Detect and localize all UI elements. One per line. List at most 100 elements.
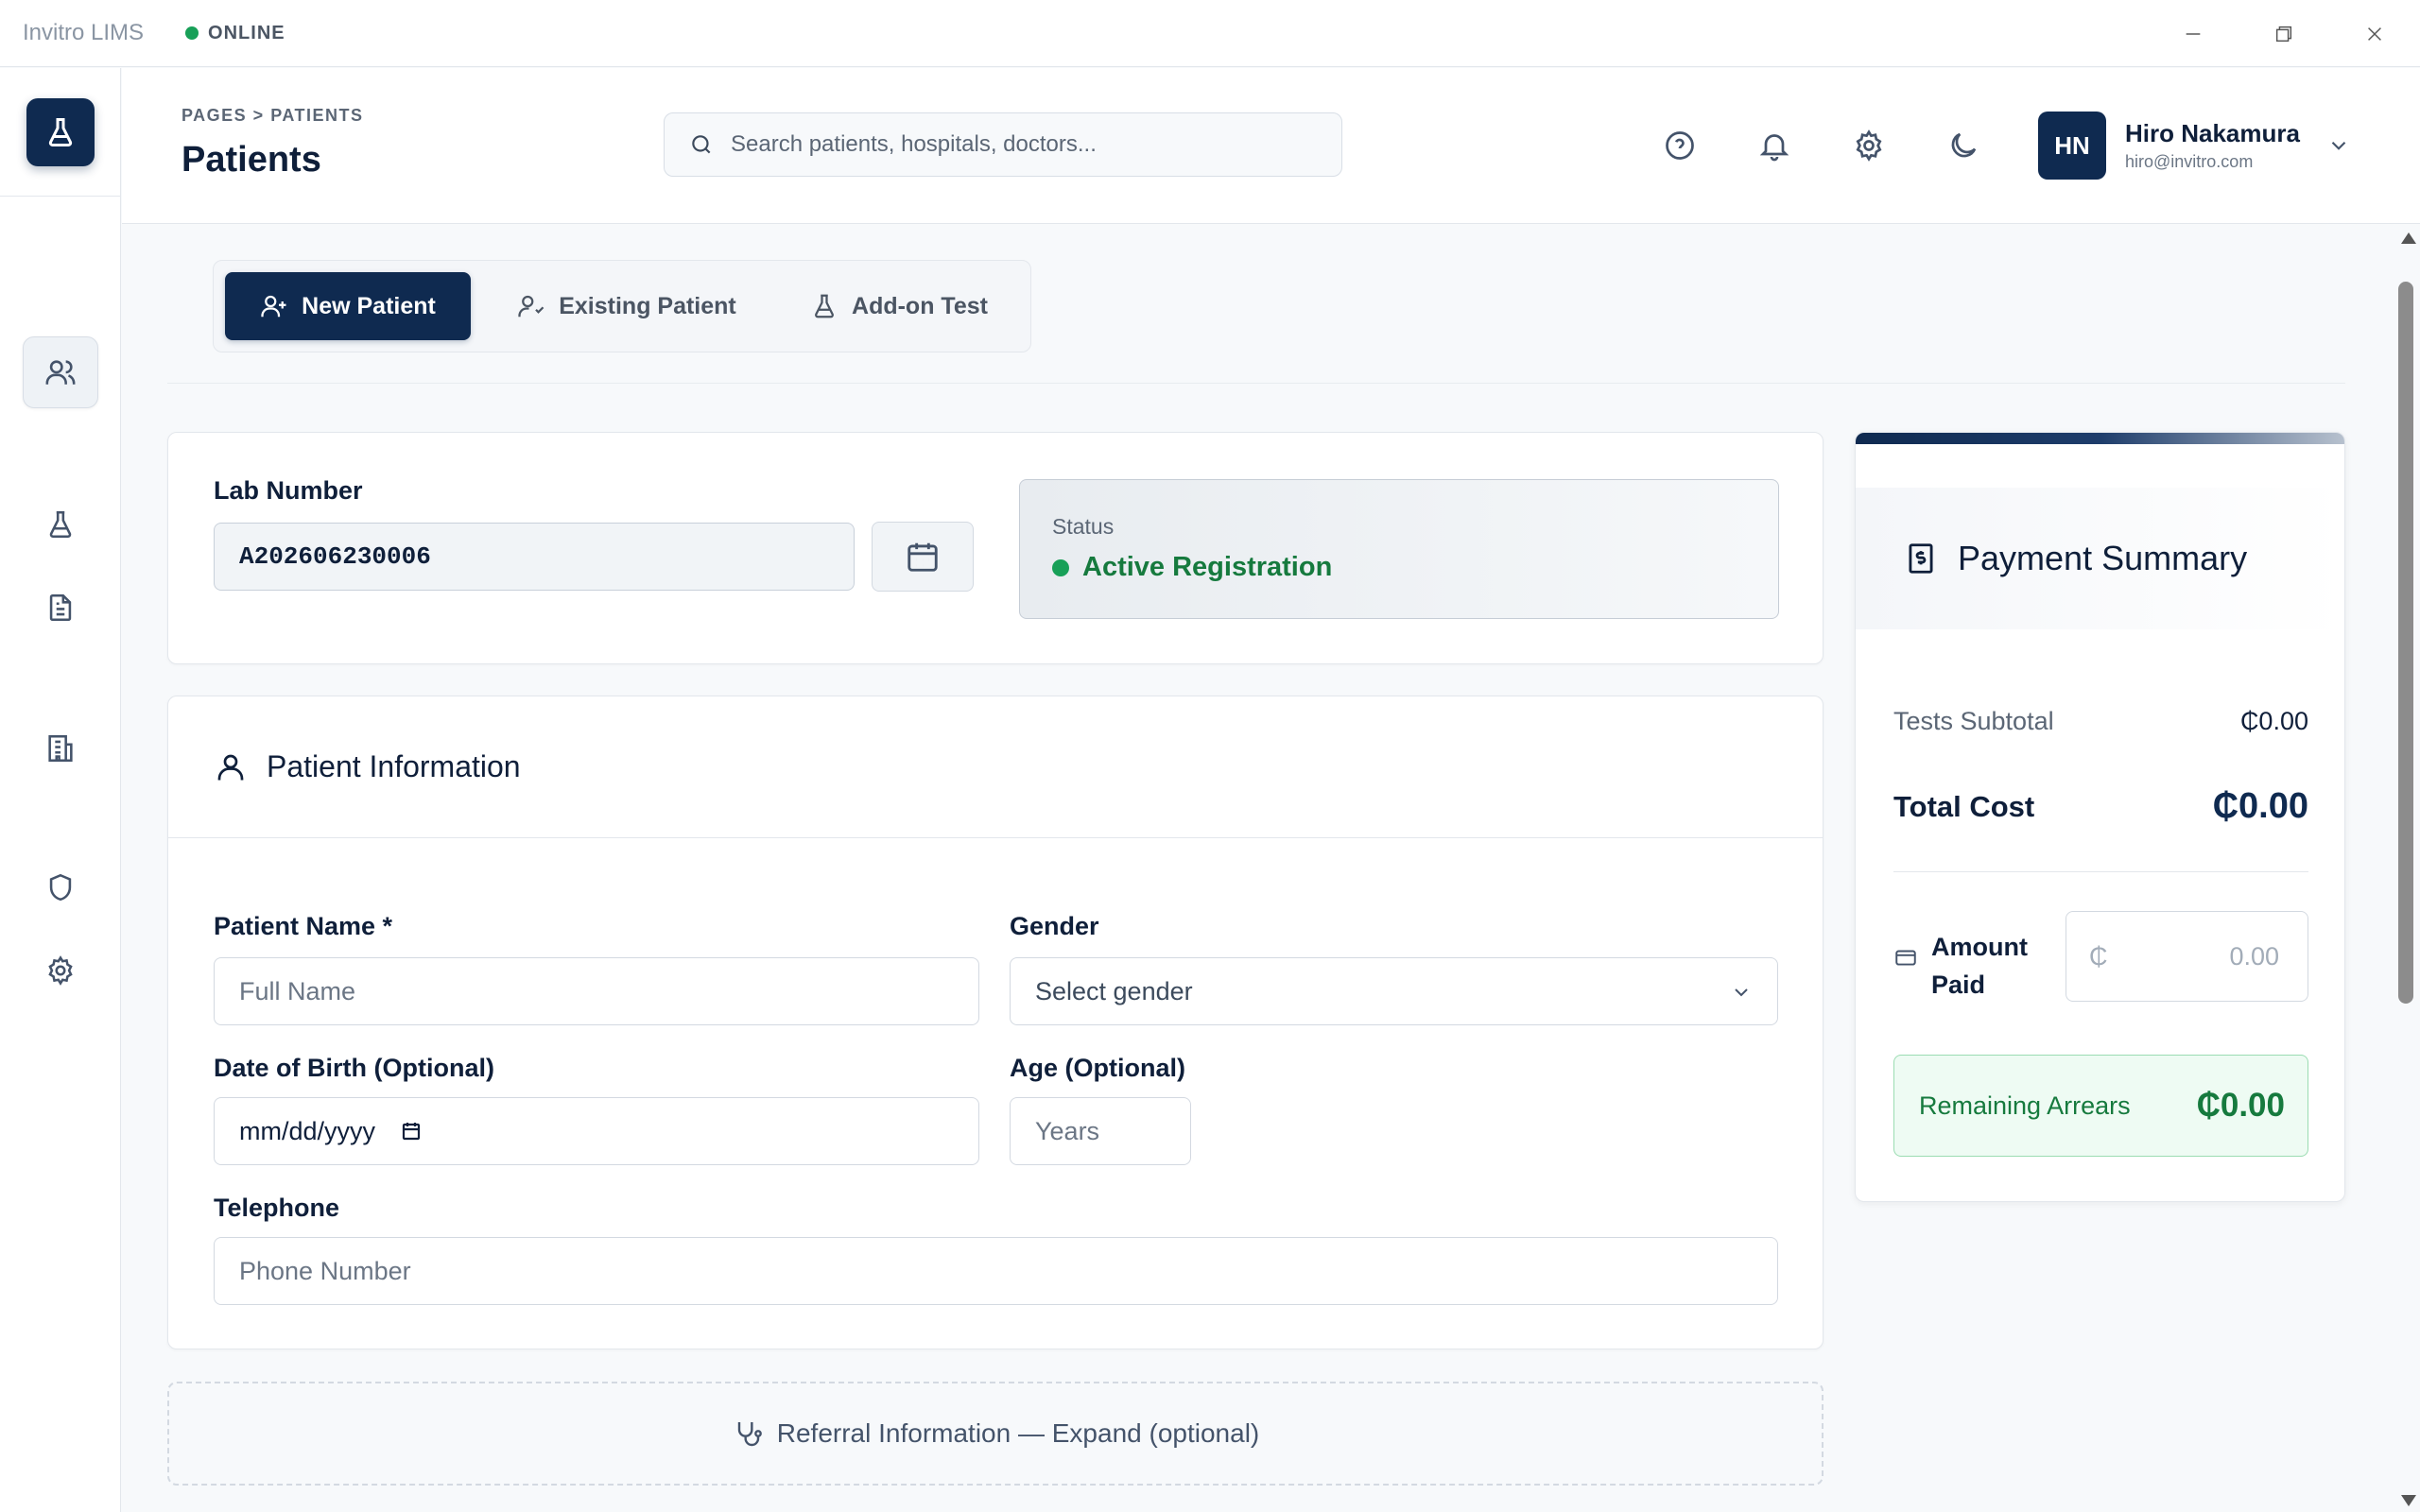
remaining-arrears-value: ₵0.00 [2196, 1087, 2285, 1124]
bell-icon [1759, 134, 1789, 162]
notifications-button[interactable] [1754, 125, 1795, 166]
section-title: Patient Information [267, 749, 521, 783]
calendar-icon[interactable] [400, 1120, 423, 1143]
dob-input[interactable]: mm/dd/yyyy [214, 1097, 979, 1165]
connection-status: ONLINE [185, 23, 285, 44]
gender-select[interactable]: Select gender [1010, 957, 1778, 1025]
status-dot-icon [185, 26, 199, 40]
building-icon [48, 734, 73, 763]
restore-icon [2275, 26, 2292, 42]
date-picker-button[interactable] [872, 522, 974, 592]
title-bar: Invitro LIMS ONLINE [0, 0, 2420, 67]
lab-number-label: Lab Number [214, 476, 363, 505]
total-cost-row: Total Cost ₵0.00 [1893, 786, 2308, 827]
age-input[interactable]: Years [1010, 1097, 1191, 1165]
tab-new-patient[interactable]: New Patient [225, 272, 471, 340]
receipt-icon [1909, 543, 1933, 574]
page-header: PAGES > PATIENTS Patients HN Hiro Nakamu… [122, 68, 2420, 224]
sidebar-item-reports[interactable] [23, 572, 98, 644]
lab-number-card: Lab Number A202606230006 Status Active R… [167, 432, 1824, 664]
app-title: Invitro LIMS [23, 20, 145, 45]
telephone-label: Telephone [214, 1194, 340, 1222]
user-info: Hiro Nakamura hiro@invitro.com [2125, 119, 2300, 172]
credit-card-icon [1895, 950, 1916, 966]
user-menu[interactable]: HN Hiro Nakamura hiro@invitro.com [2038, 112, 2351, 180]
payment-summary-title: Payment Summary [1958, 539, 2248, 577]
settings-button[interactable] [1848, 125, 1890, 166]
sidebar-item-patients[interactable] [23, 336, 98, 408]
telephone-input[interactable]: Phone Number [214, 1237, 1778, 1305]
remaining-arrears-box: Remaining Arrears ₵0.00 [1893, 1055, 2308, 1157]
gender-select-value: Select gender [1035, 976, 1193, 1005]
close-button[interactable] [2329, 0, 2420, 67]
users-icon [45, 360, 76, 385]
gear-icon [1856, 129, 1882, 162]
dob-label: Date of Birth (Optional) [214, 1054, 494, 1082]
sidebar-item-hospitals[interactable] [23, 713, 98, 784]
amount-paid-label: Amount Paid [1893, 928, 2028, 1004]
sidebar-item-security[interactable] [23, 851, 98, 923]
tests-subtotal-row: Tests Subtotal ₵0.00 [1893, 707, 2308, 736]
tabs-divider [167, 383, 2345, 384]
tab-label: Add-on Test [852, 292, 988, 319]
payment-divider [1893, 871, 2308, 872]
lab-number-input[interactable]: A202606230006 [214, 523, 855, 591]
calendar-icon [908, 542, 938, 572]
tab-label: Existing Patient [559, 292, 736, 319]
tests-subtotal-label: Tests Subtotal [1893, 707, 2054, 735]
user-email: hiro@invitro.com [2125, 152, 2254, 171]
payment-summary-card: Payment Summary Tests Subtotal ₵0.00 Tot… [1855, 432, 2345, 1202]
sidebar-item-tests[interactable] [23, 489, 98, 560]
sidebar-item-settings[interactable] [23, 935, 98, 1006]
payment-accent-bar [1856, 433, 2344, 444]
dob-placeholder: mm/dd/yyyy [239, 1116, 376, 1145]
maximize-button[interactable] [2238, 0, 2329, 67]
tab-add-on-test[interactable]: Add-on Test [781, 272, 1017, 340]
breadcrumb[interactable]: PAGES > PATIENTS [182, 106, 364, 126]
user-icon [217, 754, 244, 780]
window-controls [2148, 0, 2420, 67]
amount-paid-label-line1: Amount [1931, 933, 2028, 961]
search-box[interactable] [664, 112, 1342, 177]
total-cost-label: Total Cost [1893, 789, 2035, 823]
patient-name-input[interactable]: Full Name [214, 957, 979, 1025]
referral-label: Referral Information — Expand (optional) [776, 1418, 1260, 1448]
moon-icon [1951, 132, 1977, 158]
document-icon [49, 593, 72, 622]
app-logo[interactable] [26, 97, 95, 166]
tab-existing-patient[interactable]: Existing Patient [490, 272, 764, 340]
scroll-down-arrow-icon[interactable] [2401, 1495, 2416, 1506]
theme-toggle-button[interactable] [1943, 125, 1984, 166]
user-name: Hiro Nakamura [2125, 119, 2300, 147]
connection-status-label: ONLINE [208, 22, 285, 43]
shield-icon [49, 873, 72, 902]
sidebar [0, 68, 121, 1512]
flask-icon [815, 294, 834, 318]
age-label: Age (Optional) [1010, 1054, 1185, 1082]
gear-icon [48, 955, 73, 986]
scroll-thumb[interactable] [2398, 282, 2413, 1004]
close-icon [2368, 26, 2381, 41]
scroll-up-arrow-icon[interactable] [2401, 232, 2416, 244]
avatar: HN [2038, 112, 2106, 180]
search-input[interactable] [731, 131, 1298, 158]
referral-expand-button[interactable]: Referral Information — Expand (optional) [167, 1382, 1824, 1486]
flask-icon [49, 510, 72, 539]
flask-icon [48, 117, 72, 146]
status-label: Status [1052, 514, 1115, 539]
amount-paid-placeholder: 0.00 [2229, 941, 2279, 971]
patient-information-card: Patient Information Patient Name * Full … [167, 696, 1824, 1349]
help-button[interactable] [1659, 125, 1701, 166]
patient-information-header: Patient Information [168, 696, 1823, 838]
chevron-down-icon [1735, 988, 1748, 997]
amount-paid-input[interactable]: ₵ 0.00 [2066, 911, 2308, 1002]
status-value: Active Registration [1082, 552, 1333, 582]
main-scrollbar[interactable] [2395, 227, 2420, 1512]
chevron-down-icon [2331, 141, 2346, 150]
status-dot-icon [1052, 558, 1069, 576]
total-cost-value: ₵0.00 [2212, 786, 2308, 826]
help-icon [1666, 131, 1694, 160]
minimize-icon [2186, 32, 2201, 35]
user-check-icon [518, 295, 544, 318]
minimize-button[interactable] [2148, 0, 2238, 67]
